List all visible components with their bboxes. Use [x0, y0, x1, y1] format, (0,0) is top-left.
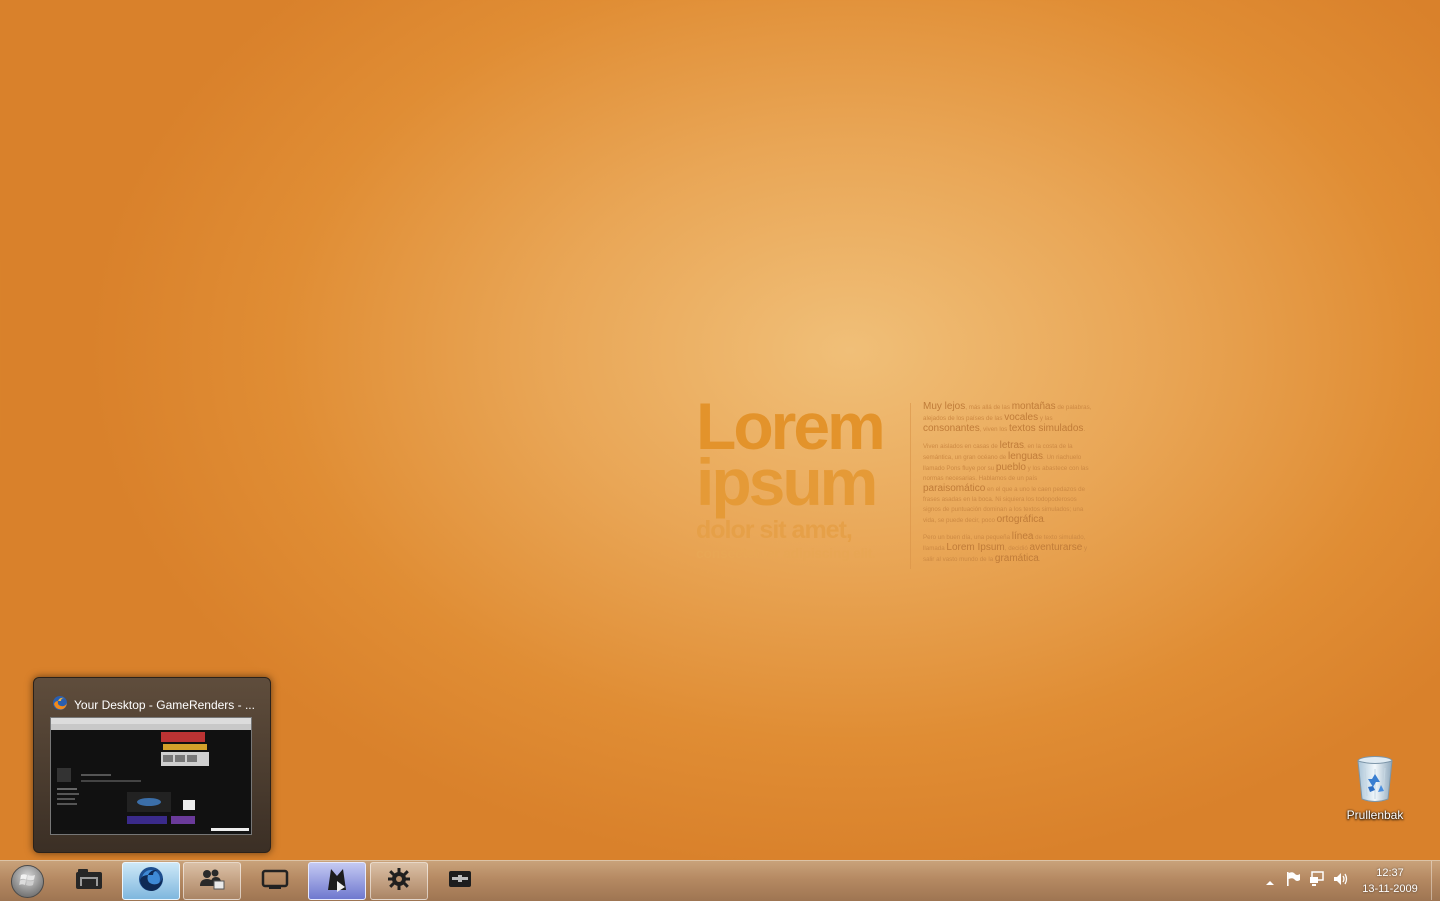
desktop-icon-recycle-bin[interactable]: Prullenbak [1340, 754, 1410, 822]
wallpaper-paragraph-1: Muy lejos, más allá de las montañas de p… [923, 402, 1095, 435]
wp-word: consonantes [923, 423, 980, 434]
system-clock[interactable]: 12:37 13-11-2009 [1355, 865, 1425, 897]
wp-text: . [1083, 426, 1086, 433]
taskbar-button-app[interactable] [308, 862, 366, 900]
volume-icon [1333, 871, 1349, 891]
wp-text: . [1043, 517, 1046, 524]
volume-button[interactable] [1333, 873, 1349, 889]
wp-word: lenguas [1007, 451, 1043, 462]
folder-icon [75, 868, 103, 894]
preview-header: Your Desktop - GameRenders - ... [52, 696, 258, 714]
start-button[interactable] [11, 865, 44, 898]
taskbar [0, 860, 1440, 901]
taskbar-button-show-desktop[interactable] [246, 862, 304, 900]
wp-word: línea [1011, 531, 1034, 542]
wallpaper-divider [910, 403, 911, 569]
wp-text: , más allá de las [965, 404, 1012, 411]
users-icon [199, 868, 225, 894]
wallpaper-dolor: dolor sit amet, [696, 516, 853, 544]
taskbar-button-explorer[interactable] [60, 862, 118, 900]
windows-logo-icon [18, 871, 37, 893]
preview-window-screenshot[interactable] [50, 717, 252, 835]
preview-title: Your Desktop - GameRenders - ... [74, 698, 255, 712]
wp-word: Lorem Ipsum [946, 542, 1005, 553]
wallpaper-paragraph-2: Viven aislados en casas de letras, en la… [923, 441, 1095, 526]
wp-word: paraisomático [923, 483, 986, 494]
network-button[interactable] [1309, 871, 1325, 891]
firefox-icon [52, 695, 68, 715]
wp-word: pueblo [995, 462, 1026, 473]
recycle-bin-icon [1355, 754, 1395, 804]
desktop-icon-label: Prullenbak [1346, 808, 1404, 822]
clock-time: 12:37 [1376, 867, 1404, 879]
wallpaper-title: Lorem ipsum dolor sit amet, consectetuer… [696, 393, 902, 561]
wp-word: letras [999, 440, 1025, 451]
show-desktop-strip[interactable] [1431, 861, 1440, 900]
wallpaper-consectetuer: consectetuer adipiscing elit. [696, 545, 876, 561]
wp-text: Viven aislados en casas de [923, 443, 1000, 450]
taskbar-button-messenger[interactable] [183, 862, 241, 900]
wp-text: y las [1038, 415, 1053, 422]
clock-date: 13-11-2009 [1362, 883, 1418, 895]
network-icon [1309, 871, 1325, 891]
wallpaper-ipsum: ipsum [696, 445, 878, 519]
action-center-button[interactable] [1285, 871, 1301, 891]
plug-icon [446, 868, 474, 894]
taskbar-button-settings[interactable] [370, 862, 428, 900]
fox-logo-icon [323, 865, 351, 897]
wp-word: gramática [994, 553, 1039, 564]
monitor-icon [261, 868, 289, 894]
firefox-icon [137, 865, 165, 897]
wp-word: ortográfica [996, 514, 1044, 525]
wp-word: montañas [1011, 401, 1056, 412]
show-hidden-icons-button[interactable] [1262, 873, 1278, 889]
wp-text: , viven los [979, 426, 1009, 433]
taskbar-button-firefox[interactable] [122, 862, 180, 900]
wp-word: Muy lejos [923, 401, 966, 412]
flag-icon [1285, 871, 1301, 891]
wp-text: , decidió [1004, 545, 1030, 552]
chevron-up-icon [1265, 872, 1275, 891]
wp-word: textos simulados [1008, 423, 1084, 434]
wp-word: aventurarse [1029, 542, 1083, 553]
desktop[interactable]: Lorem ipsum dolor sit amet, consectetuer… [0, 0, 1440, 860]
wallpaper-paragraph-3: Pero un buen día, una pequeña línea de t… [923, 532, 1095, 565]
gear-icon [387, 867, 411, 895]
wallpaper-body-text: Muy lejos, más allá de las montañas de p… [923, 402, 1095, 571]
taskbar-button-connect[interactable] [431, 862, 489, 900]
wp-text: Pero un buen día, una pequeña [923, 534, 1012, 541]
wp-word: vocales [1004, 412, 1039, 423]
wp-text: . [1038, 556, 1041, 563]
taskbar-thumbnail-preview[interactable]: Your Desktop - GameRenders - ... [33, 677, 271, 853]
